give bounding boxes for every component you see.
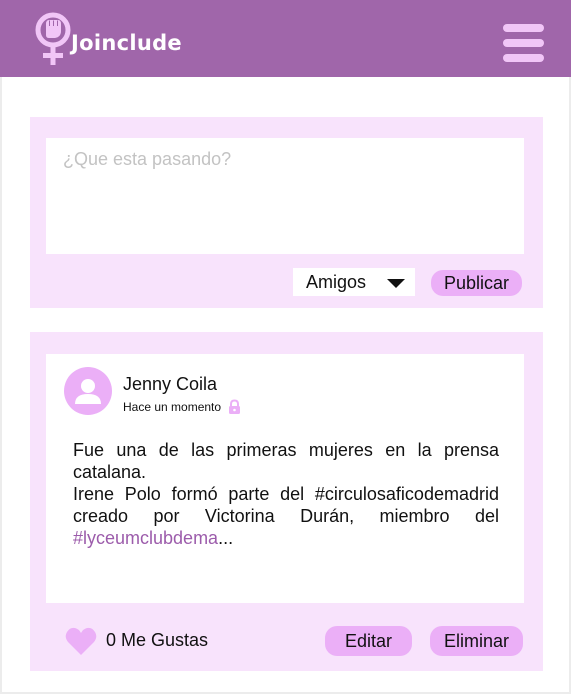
delete-button[interactable]: Eliminar: [430, 626, 523, 656]
female-symbol-fist-icon: [35, 12, 71, 65]
post-meta: Hace un momento: [123, 399, 241, 415]
hamburger-menu-icon[interactable]: [503, 24, 544, 62]
post-composer: Amigos Publicar: [30, 117, 543, 308]
post-author[interactable]: Jenny Coila: [123, 374, 217, 395]
edit-button[interactable]: Editar: [325, 626, 412, 656]
audience-select-value: Amigos: [306, 272, 367, 292]
top-bar: Joinclude: [0, 0, 571, 77]
likes-count: 0 Me Gustas: [106, 630, 209, 650]
brand-name: Joinclude: [71, 31, 182, 55]
post-ellipsis: ...: [218, 528, 234, 548]
heart-icon[interactable]: [65, 627, 97, 656]
post-text: Fue una de las primeras mujeres en la pr…: [73, 439, 499, 549]
post-timestamp: Hace un momento: [123, 400, 222, 414]
post-card: Jenny Coila Hace un momento Fue una de l…: [30, 332, 543, 671]
user-avatar-icon[interactable]: [64, 367, 112, 415]
audience-select[interactable]: Amigos: [293, 268, 415, 296]
post-paragraph-1: Fue una de las primeras mujeres en la pr…: [73, 440, 499, 482]
post-paragraph-2: Irene Polo formó parte del #circulosafic…: [73, 484, 499, 526]
caret-down-icon: [387, 279, 405, 288]
hashtag-link[interactable]: #lyceumclubdema: [73, 528, 218, 548]
post-body: Jenny Coila Hace un momento Fue una de l…: [46, 354, 524, 603]
post-input[interactable]: [46, 138, 524, 254]
publish-button[interactable]: Publicar: [431, 270, 522, 296]
lock-icon: [229, 399, 241, 414]
